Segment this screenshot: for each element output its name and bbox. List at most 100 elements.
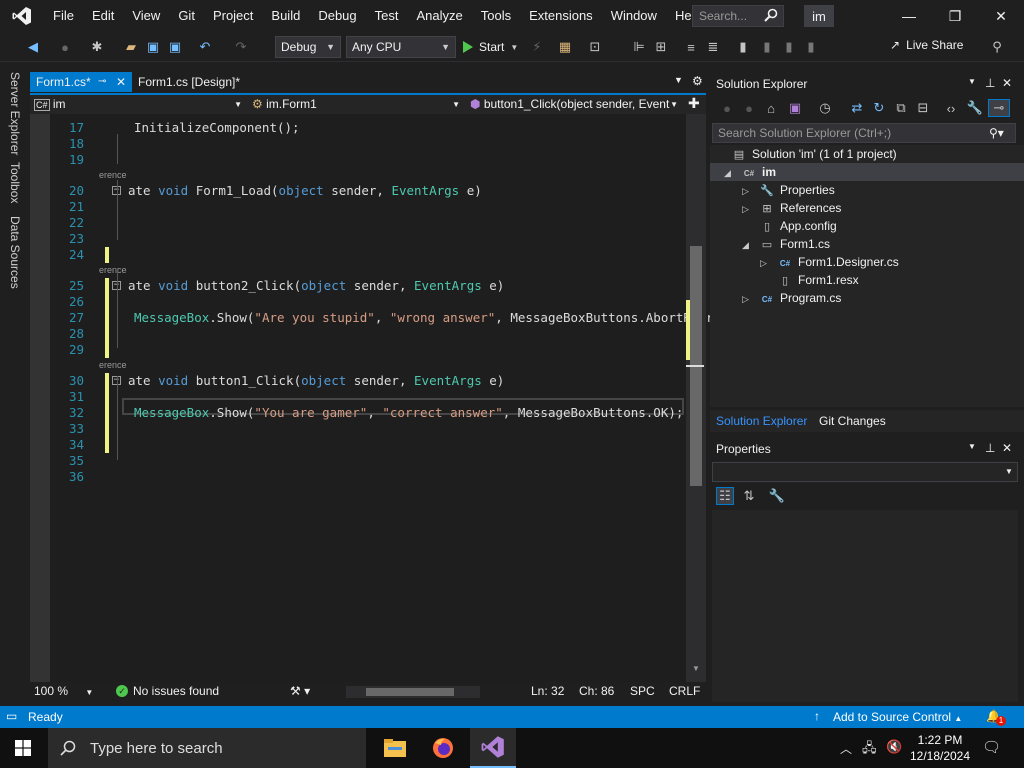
column-number[interactable]: Ch: 86 xyxy=(579,684,614,698)
tab-git-changes[interactable]: Git Changes xyxy=(819,414,886,428)
properties-grid[interactable] xyxy=(712,510,1018,702)
bookmark-icon[interactable]: ▮ xyxy=(734,38,752,56)
live-share-button[interactable]: ↗ Live Share xyxy=(890,38,963,52)
collapsed-arrow-icon[interactable]: ▷ xyxy=(760,254,776,272)
scroll-down-icon[interactable]: ▼ xyxy=(692,664,700,673)
show-hidden-icons-chevron-icon[interactable]: ︿ xyxy=(840,740,852,757)
preview-selected-icon[interactable]: ⊸ xyxy=(988,99,1010,117)
tree-item[interactable]: ▷ C# Program.cs xyxy=(742,289,841,307)
minimize-button[interactable]: — xyxy=(886,0,932,32)
toolbox-tab[interactable]: Toolbox xyxy=(8,162,22,203)
file-explorer-icon[interactable] xyxy=(372,728,418,768)
indicator-margin[interactable] xyxy=(30,114,50,682)
close-icon[interactable]: ✕ xyxy=(1002,441,1012,455)
tree-item[interactable]: ▤ Solution 'im' (1 of 1 project) xyxy=(714,145,897,163)
alphabetical-icon[interactable]: ⇅ xyxy=(740,487,758,505)
hot-reload-icon[interactable]: ⚡ xyxy=(528,38,546,56)
redo-icon[interactable]: ↷ xyxy=(232,38,250,56)
expanded-arrow-icon[interactable]: ◢ xyxy=(742,236,758,254)
solution-configuration-select[interactable]: Debug ▼ xyxy=(275,36,341,58)
clock[interactable]: 1:22 PM 12/18/2024 xyxy=(908,732,972,764)
data-sources-tab[interactable]: Data Sources xyxy=(8,216,22,289)
uncomment-lines-icon[interactable]: ≣ xyxy=(704,38,722,56)
menu-item-analyze[interactable]: Analyze xyxy=(407,0,471,32)
menu-item-view[interactable]: View xyxy=(123,0,169,32)
window-position-icon[interactable]: ▼ xyxy=(968,442,976,451)
switch-views-icon[interactable]: ▣ xyxy=(786,99,804,117)
tab-form1-cs[interactable]: Form1.cs* ⊸ ✕ xyxy=(30,72,132,92)
search-input[interactable]: Search... xyxy=(692,5,784,27)
pin-icon[interactable]: ⊥ xyxy=(985,441,995,455)
navigate-forward-icon[interactable]: ● xyxy=(56,38,74,56)
visual-studio-logo-icon[interactable] xyxy=(0,0,44,32)
menu-item-file[interactable]: File xyxy=(44,0,83,32)
volume-muted-icon[interactable]: 🔇 xyxy=(886,739,902,755)
collapsed-arrow-icon[interactable]: ▷ xyxy=(742,290,758,308)
editor-vertical-scrollbar[interactable]: ▼ xyxy=(686,114,706,682)
home-icon[interactable]: ⌂ xyxy=(762,99,780,117)
close-button[interactable]: ✕ xyxy=(978,0,1024,32)
prev-bookmark-icon[interactable]: ▮ xyxy=(758,38,776,56)
tree-item[interactable]: ◢ C# im xyxy=(724,163,776,181)
menu-item-tools[interactable]: Tools xyxy=(472,0,520,32)
clear-bookmarks-icon[interactable]: ▮ xyxy=(802,38,820,56)
new-project-icon[interactable]: ✱ xyxy=(88,38,106,56)
browser-link-icon[interactable]: ⊡ xyxy=(586,38,604,56)
add-to-source-control-button[interactable]: Add to Source Control ▲ xyxy=(833,710,962,724)
forward-icon[interactable]: ● xyxy=(740,99,758,117)
split-editor-icon[interactable]: ✚ xyxy=(688,95,700,112)
close-icon[interactable]: ✕ xyxy=(1002,76,1012,90)
properties-object-select[interactable]: ▼ xyxy=(712,462,1018,482)
zoom-select[interactable]: 100 % ▼ xyxy=(34,684,93,698)
menu-item-debug[interactable]: Debug xyxy=(309,0,365,32)
align-top-icon[interactable]: ⊞ xyxy=(652,38,670,56)
server-explorer-tab[interactable]: Server Explorer xyxy=(8,72,22,155)
align-left-icon[interactable]: ⊫ xyxy=(630,38,648,56)
collapse-all-icon[interactable]: ⧉ xyxy=(892,99,910,117)
show-all-files-icon[interactable]: ⊟ xyxy=(914,99,932,117)
close-tab-icon[interactable]: ✕ xyxy=(116,72,126,92)
refresh-icon[interactable]: ↻ xyxy=(870,99,888,117)
menu-item-project[interactable]: Project xyxy=(204,0,262,32)
code-editor[interactable]: 17InitializeComponent();1819erence20−ate… xyxy=(30,114,736,682)
tree-item[interactable]: ▯ App.config xyxy=(742,217,837,235)
maximize-button[interactable]: ❐ xyxy=(932,0,978,32)
line-number[interactable]: Ln: 32 xyxy=(531,684,564,698)
back-icon[interactable]: ● xyxy=(718,99,736,117)
network-icon[interactable]: 🖧 xyxy=(862,739,877,761)
codelens-references[interactable]: erence xyxy=(99,170,127,180)
visual-studio-taskbar-icon[interactable] xyxy=(470,728,516,768)
line-ending[interactable]: CRLF xyxy=(669,684,700,698)
issues-indicator[interactable]: ✓ No issues found xyxy=(116,684,219,698)
categorized-icon[interactable]: ☷ xyxy=(716,487,734,505)
menu-item-build[interactable]: Build xyxy=(262,0,309,32)
solution-platform-select[interactable]: Any CPU ▼ xyxy=(346,36,456,58)
gear-icon[interactable]: ⚙ xyxy=(692,74,703,88)
menu-item-test[interactable]: Test xyxy=(366,0,408,32)
taskbar-search-input[interactable]: Type here to search xyxy=(48,728,366,768)
sync-icon[interactable]: ⇄ xyxy=(848,99,866,117)
menu-item-git[interactable]: Git xyxy=(169,0,204,32)
next-bookmark-icon[interactable]: ▮ xyxy=(780,38,798,56)
scrollbar-thumb[interactable] xyxy=(366,688,454,696)
save-icon[interactable]: ▣ xyxy=(144,38,162,56)
menu-item-window[interactable]: Window xyxy=(602,0,666,32)
feedback-icon[interactable]: ⚲ xyxy=(988,38,1006,56)
firefox-icon[interactable] xyxy=(420,728,466,768)
solution-folder-icon[interactable]: ▦ xyxy=(556,38,574,56)
solution-search-input[interactable]: Search Solution Explorer (Ctrl+;) ⚲▾ xyxy=(712,123,1016,143)
windows-start-button[interactable] xyxy=(0,728,46,768)
tab-solution-explorer[interactable]: Solution Explorer xyxy=(716,414,807,428)
navigate-back-icon[interactable]: ◀ xyxy=(24,38,42,56)
menu-item-extensions[interactable]: Extensions xyxy=(520,0,602,32)
menu-item-edit[interactable]: Edit xyxy=(83,0,123,32)
wrench-icon[interactable]: 🔧 xyxy=(966,99,984,117)
pin-icon[interactable]: ⊸ xyxy=(98,72,106,92)
property-pages-icon[interactable]: 🔧 xyxy=(768,487,786,505)
tab-form1-design[interactable]: Form1.cs [Design]* xyxy=(132,72,272,92)
tree-item[interactable]: ▷ C# Form1.Designer.cs xyxy=(760,253,899,271)
tree-item[interactable]: ◢ ▭ Form1.cs xyxy=(742,235,830,253)
undo-icon[interactable]: ↶ xyxy=(196,38,214,56)
tree-item[interactable]: ▷ 🔧 Properties xyxy=(742,181,835,199)
open-folder-icon[interactable]: ▰ xyxy=(122,38,140,56)
